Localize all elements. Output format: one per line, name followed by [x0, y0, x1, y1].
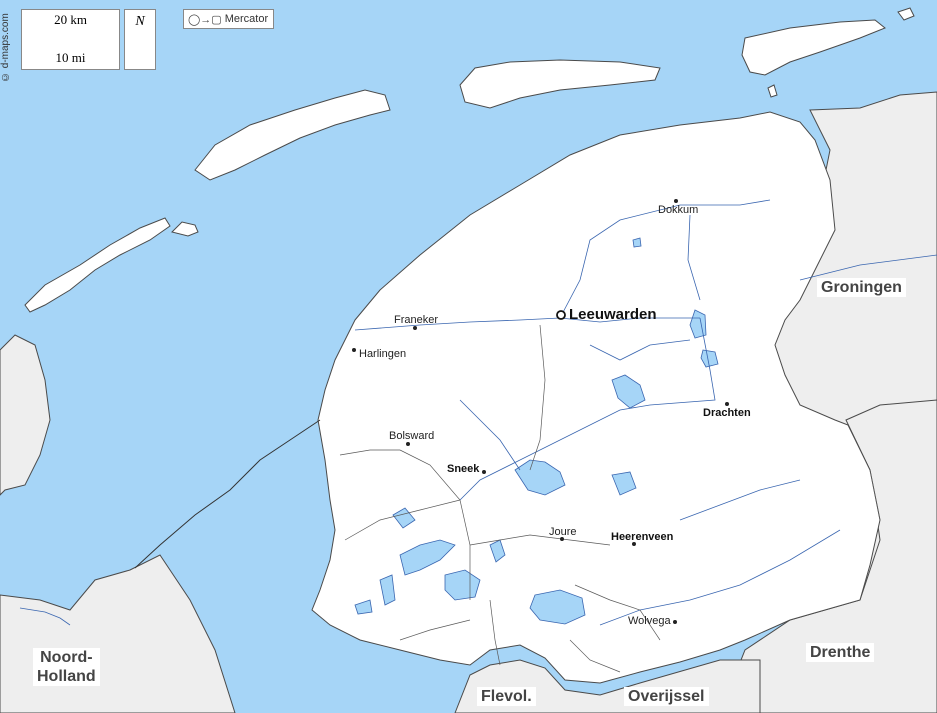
- city-label-bolsward: Bolsward: [389, 430, 435, 442]
- sneek-dot: [482, 470, 486, 474]
- region-label-noord-holland-line2: Holland: [37, 668, 96, 685]
- region-label-drenthe: Drenthe: [806, 643, 875, 662]
- wolvega-dot: [673, 620, 677, 624]
- franeker-dot: [413, 326, 417, 330]
- lake-13: [632, 237, 642, 248]
- compass-box: N: [124, 9, 156, 70]
- map-container: © d-maps.com 20 km 10 mi N ◯→▢ Mercator …: [0, 0, 937, 713]
- projection-icon: ◯→▢: [188, 13, 222, 26]
- city-label-wolvega: Wolvega: [628, 615, 671, 627]
- harlingen-dot: [352, 348, 356, 352]
- city-label-joure: Joure: [549, 526, 577, 538]
- bolsward-dot: [406, 442, 410, 446]
- north-label: N: [135, 14, 145, 29]
- drachten-dot: [725, 402, 729, 406]
- projection-box: ◯→▢ Mercator: [183, 9, 274, 29]
- scale-mi-label: 10 mi: [55, 50, 86, 65]
- region-label-groningen: Groningen: [817, 278, 906, 297]
- region-label-noord-holland-line1: Noord-: [40, 649, 93, 666]
- credit-text: © d-maps.com: [0, 13, 11, 82]
- region-label-flevoland: Flevol.: [477, 687, 536, 706]
- city-label-dokkum: Dokkum: [658, 204, 699, 216]
- capital-circle-icon: [556, 310, 566, 320]
- map-canvas: [0, 0, 937, 713]
- projection-label: Mercator: [224, 13, 269, 25]
- city-label-sneek: Sneek: [447, 463, 480, 475]
- city-label-harlingen: Harlingen: [359, 348, 407, 360]
- region-label-noord-holland: Noord- Holland: [33, 648, 100, 686]
- dokkum-dot: [674, 199, 678, 203]
- city-label-drachten: Drachten: [703, 407, 751, 419]
- city-label-heerenveen: Heerenveen: [611, 531, 674, 543]
- city-label-franeker: Franeker: [394, 314, 439, 326]
- region-label-overijssel: Overijssel: [624, 687, 709, 706]
- scale-box: 20 km 10 mi: [21, 9, 120, 70]
- scale-km-label: 20 km: [54, 12, 87, 27]
- capital-label: Leeuwarden: [569, 306, 657, 323]
